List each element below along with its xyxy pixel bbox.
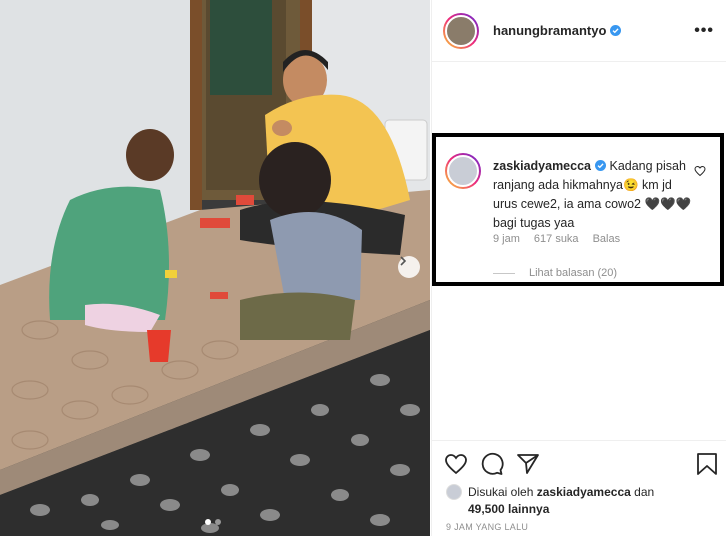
post-side-panel: hanungbramantyo ••• zaskiadyamecca Kadan…: [431, 0, 726, 536]
carousel-dot-2[interactable]: [215, 519, 221, 525]
liked-prefix: Disukai oleh: [468, 485, 534, 499]
author-avatar-image: [445, 14, 477, 47]
post-actions: Disukai oleh zaskiadyamecca dan 49,500 l…: [432, 440, 726, 536]
post-header: hanungbramantyo •••: [432, 0, 726, 62]
comment-likes[interactable]: 617 suka: [534, 233, 579, 245]
photo-scene: [0, 0, 430, 536]
comment-icon[interactable]: [480, 452, 504, 476]
next-slide-button[interactable]: [398, 256, 420, 278]
bookmark-icon[interactable]: [696, 452, 718, 476]
reply-button[interactable]: Balas: [593, 233, 621, 245]
heart-icon[interactable]: [444, 452, 468, 476]
post-timestamp[interactable]: 9 JAM YANG LALU: [446, 522, 528, 532]
verified-icon: [610, 25, 622, 36]
liker-avatar[interactable]: [446, 484, 462, 500]
post-photo[interactable]: [0, 0, 430, 536]
save-button[interactable]: [696, 452, 718, 476]
verified-icon: [595, 160, 606, 171]
comment-meta: 9 jam 617 suka Balas: [493, 233, 620, 245]
author-username-text[interactable]: hanungbramantyo: [493, 23, 606, 38]
comment-like-heart-icon[interactable]: [694, 165, 706, 177]
liked-others[interactable]: 49,500 lainnya: [468, 502, 549, 516]
likes-text: Disukai oleh zaskiadyamecca dan 49,500 l…: [468, 484, 654, 518]
carousel-dots: [205, 519, 221, 525]
highlighted-comment: zaskiadyamecca Kadang pisah ranjang ada …: [432, 133, 724, 286]
replies-divider: [493, 272, 515, 274]
comment-time[interactable]: 9 jam: [493, 233, 520, 245]
comment-username[interactable]: zaskiadyamecca: [493, 159, 591, 173]
likes-summary: Disukai oleh zaskiadyamecca dan 49,500 l…: [446, 484, 654, 518]
view-replies-label[interactable]: Lihat balasan (20): [529, 267, 617, 279]
comment-avatar-image: [447, 155, 479, 187]
author-username[interactable]: hanungbramantyo: [493, 23, 622, 38]
view-replies[interactable]: Lihat balasan (20): [493, 267, 617, 279]
comment-text: zaskiadyamecca Kadang pisah ranjang ada …: [493, 157, 698, 233]
liked-user[interactable]: zaskiadyamecca: [537, 485, 631, 499]
share-icon[interactable]: [516, 452, 540, 476]
carousel-dot-1[interactable]: [205, 519, 211, 525]
comment-avatar[interactable]: [445, 153, 481, 189]
chevron-right-icon: [400, 256, 407, 266]
action-icons: [444, 452, 540, 476]
liked-and: dan: [634, 485, 655, 499]
author-avatar[interactable]: [443, 12, 479, 49]
more-options-button[interactable]: •••: [694, 22, 714, 40]
